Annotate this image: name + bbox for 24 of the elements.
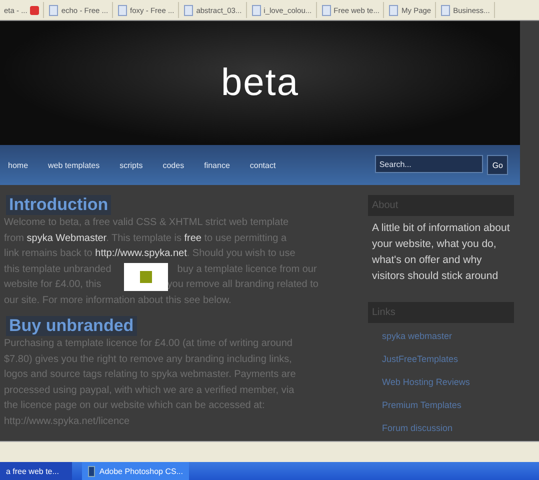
nav-link[interactable]: finance — [204, 160, 230, 170]
page-icon — [252, 4, 261, 16]
page-icon — [441, 4, 450, 16]
page-icon — [389, 4, 398, 16]
nav-link[interactable]: web templates — [48, 160, 100, 170]
app-icon — [88, 466, 96, 476]
about-text: A little bit of information about your website, what you do, what's on offer and why visitors should stick around — [372, 221, 511, 284]
section-heading: Introduction — [6, 195, 112, 215]
page-icon — [49, 4, 58, 16]
go-button[interactable]: Go — [487, 155, 508, 175]
nav-link[interactable]: home — [8, 160, 28, 170]
nav-link[interactable]: scripts — [120, 160, 143, 170]
page-icon — [184, 4, 194, 16]
nav-link[interactable]: codes — [162, 160, 184, 170]
taskbar-button[interactable]: Adobe Photoshop CS... — [82, 462, 189, 480]
page-icon — [322, 4, 331, 16]
square-icon — [140, 271, 152, 283]
page-icon — [118, 4, 128, 16]
section-heading: Buy unbranded — [6, 316, 137, 336]
nav-link[interactable]: contact — [250, 160, 276, 170]
taskbar-button[interactable]: a free web te... — [0, 462, 72, 480]
search-field[interactable]: Search... — [375, 155, 484, 173]
close-icon[interactable] — [30, 6, 40, 14]
site-title: beta — [221, 62, 299, 104]
